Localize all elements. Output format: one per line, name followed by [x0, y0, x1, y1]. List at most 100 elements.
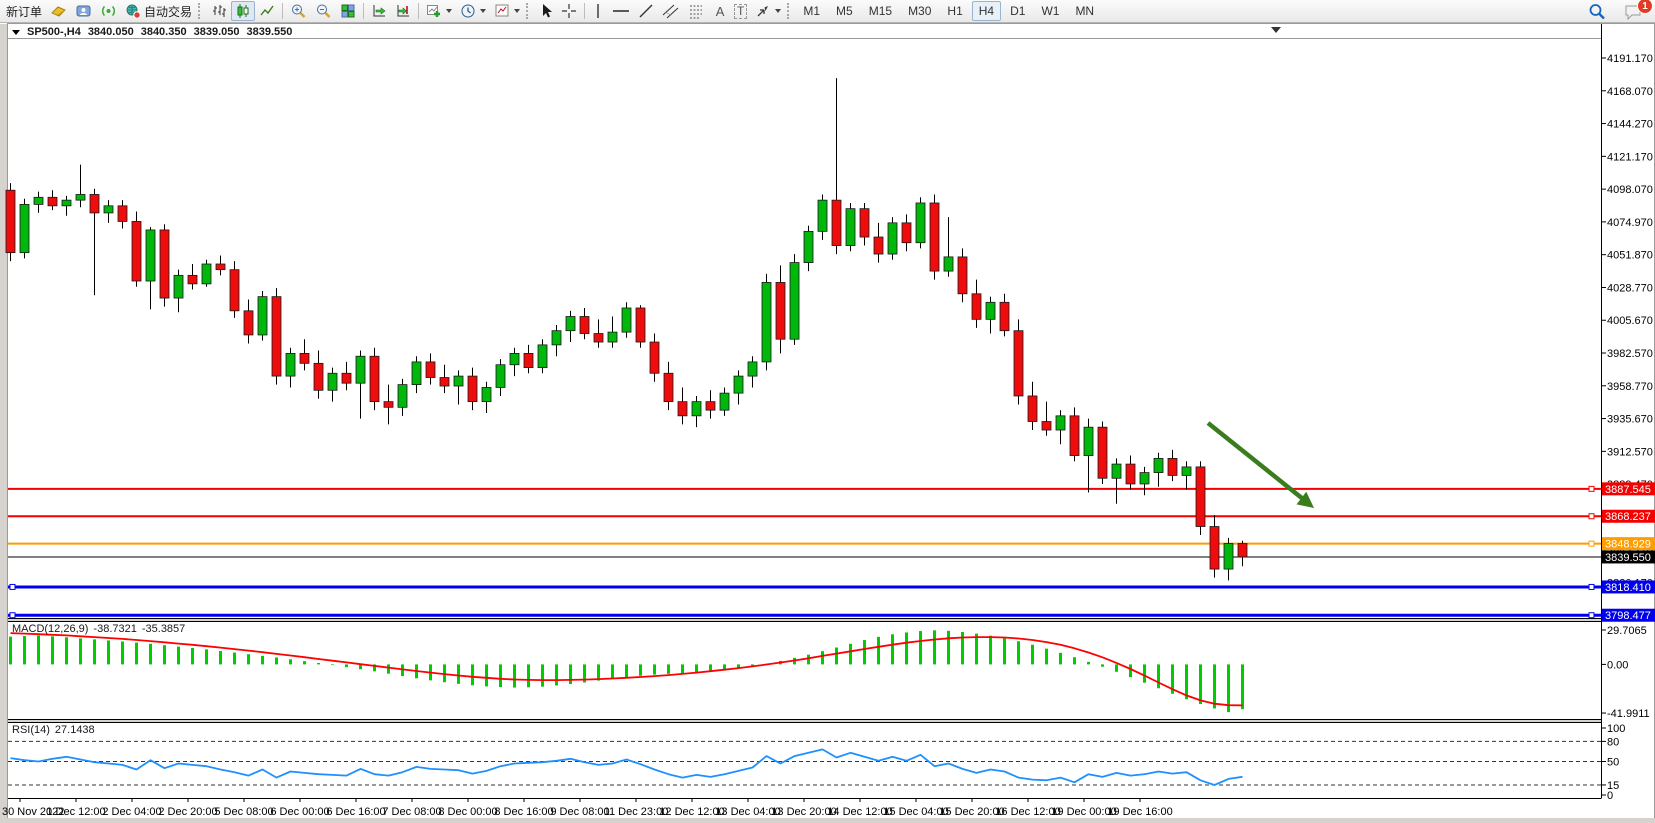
macd-value-signal: -35.3857: [142, 623, 185, 635]
zoom-in-icon: [290, 3, 307, 19]
ohlc-open: 3840.050: [88, 26, 134, 38]
candlestick-chart-button[interactable]: [231, 1, 255, 21]
timeframe-M1[interactable]: M1: [796, 1, 827, 21]
gold-account-icon: [50, 3, 67, 19]
svg-text:6 Dec 16:00: 6 Dec 16:00: [326, 806, 385, 818]
indicators-button[interactable]: [422, 1, 456, 21]
new-order-label: 新订单: [6, 3, 42, 20]
chart-canvas[interactable]: 4191.1704168.0704144.2704121.1704098.070…: [0, 0, 1655, 823]
periods-button[interactable]: [456, 1, 490, 21]
chat-button[interactable]: 1: [1620, 1, 1647, 21]
new-order-button[interactable]: 新订单: [2, 1, 46, 21]
svg-text:4051.870: 4051.870: [1607, 250, 1653, 262]
profile-button[interactable]: [71, 1, 96, 21]
text-icon: A: [716, 4, 725, 19]
timeframe-M15[interactable]: M15: [862, 1, 899, 21]
cursor-button[interactable]: [535, 1, 557, 21]
equidistant-channel-icon: [662, 3, 680, 19]
toolbar-right-group: 1: [1584, 1, 1647, 21]
gold-account-button[interactable]: [46, 1, 71, 21]
svg-text:4028.770: 4028.770: [1607, 282, 1653, 294]
candlestick-chart-icon: [235, 3, 251, 19]
timeframe-D1[interactable]: D1: [1003, 1, 1032, 21]
line-chart-button[interactable]: [255, 1, 279, 21]
svg-text:-41.9911: -41.9911: [1607, 708, 1650, 720]
search-button[interactable]: [1584, 1, 1610, 21]
templates-button[interactable]: [490, 1, 524, 21]
tile-windows-icon: [340, 3, 356, 19]
chart-symbol-header[interactable]: SP500-,H4 3840.050 3840.350 3839.050 383…: [12, 26, 292, 38]
svg-text:100: 100: [1607, 723, 1625, 735]
search-icon: [1588, 3, 1606, 20]
fibonacci-icon: [688, 3, 706, 19]
svg-text:4005.670: 4005.670: [1607, 315, 1653, 327]
zoom-out-icon: [315, 3, 332, 19]
svg-text:0.00: 0.00: [1607, 659, 1628, 671]
trendline-icon: [638, 3, 654, 19]
zoom-in-button[interactable]: [286, 1, 311, 21]
symbol-label: SP500-,H4: [27, 26, 81, 38]
text-label-icon: T: [734, 4, 747, 19]
toolbar-separator: [418, 3, 419, 19]
timeframe-W1[interactable]: W1: [1034, 1, 1066, 21]
timeframe-H1[interactable]: H1: [940, 1, 969, 21]
signals-button[interactable]: [96, 1, 121, 21]
auto-scroll-icon: [371, 3, 387, 19]
arrows-button[interactable]: [751, 1, 785, 21]
main-toolbar: 新订单 自动交易: [0, 0, 1655, 23]
svg-text:3848.929: 3848.929: [1605, 539, 1651, 551]
chart-shift-button[interactable]: [391, 1, 415, 21]
profile-icon: [75, 3, 92, 19]
auto-trading-button[interactable]: 自动交易: [121, 1, 196, 21]
bar-chart-button[interactable]: [207, 1, 231, 21]
svg-text:4098.070: 4098.070: [1607, 184, 1653, 196]
arrows-icon: [755, 3, 771, 19]
auto-scroll-button[interactable]: [367, 1, 391, 21]
notification-badge: 1: [1637, 0, 1653, 14]
vertical-line-button[interactable]: [588, 1, 608, 21]
ohlc-close: 3839.550: [246, 26, 292, 38]
toolbar-separator: [282, 3, 283, 19]
crosshair-icon: [561, 3, 577, 19]
symbol-dropdown-icon[interactable]: [12, 30, 20, 35]
svg-text:4121.170: 4121.170: [1607, 151, 1653, 163]
line-chart-icon: [259, 3, 275, 19]
chevron-down-icon: [514, 9, 520, 13]
auto-trading-label: 自动交易: [144, 3, 192, 20]
zoom-out-button[interactable]: [311, 1, 336, 21]
timeframe-M30[interactable]: M30: [901, 1, 938, 21]
timeframe-M5[interactable]: M5: [829, 1, 860, 21]
timeframe-H4[interactable]: H4: [972, 1, 1001, 21]
fibonacci-button[interactable]: [684, 1, 710, 21]
svg-text:3887.545: 3887.545: [1605, 484, 1651, 496]
macd-indicator-title: MACD(12,26,9) -38.7321 -35.3857: [12, 623, 185, 635]
text-button[interactable]: A: [710, 1, 730, 21]
vertical-line-icon: [592, 3, 604, 19]
svg-text:1 Dec 12:00: 1 Dec 12:00: [46, 806, 105, 818]
svg-text:8 Dec 16:00: 8 Dec 16:00: [494, 806, 553, 818]
chevron-down-icon: [775, 9, 781, 13]
toolbar-separator: [584, 3, 585, 19]
toolbar-grip: [787, 3, 792, 19]
equidistant-channel-button[interactable]: [658, 1, 684, 21]
svg-text:4191.170: 4191.170: [1607, 53, 1653, 65]
cursor-icon: [539, 3, 553, 19]
trendline-button[interactable]: [634, 1, 658, 21]
crosshair-button[interactable]: [557, 1, 581, 21]
horizontal-line-button[interactable]: [608, 1, 634, 21]
timeframe-MN[interactable]: MN: [1068, 1, 1101, 21]
svg-text:8 Dec 00:00: 8 Dec 00:00: [438, 806, 497, 818]
toolbar-grip: [198, 3, 203, 19]
ohlc-high: 3840.350: [141, 26, 187, 38]
chart-shift-icon: [395, 3, 411, 19]
svg-text:4074.970: 4074.970: [1607, 217, 1653, 229]
text-label-button[interactable]: T: [730, 1, 751, 21]
svg-text:50: 50: [1607, 757, 1619, 769]
svg-text:4168.070: 4168.070: [1607, 86, 1653, 98]
tile-windows-button[interactable]: [336, 1, 360, 21]
horizontal-line-icon: [612, 3, 630, 19]
toolbar-grip: [526, 3, 531, 19]
autotrading-icon: [125, 3, 142, 19]
rsi-indicator-title: RSI(14) 27.1438: [12, 724, 95, 736]
svg-text:2 Dec 04:00: 2 Dec 04:00: [102, 806, 161, 818]
